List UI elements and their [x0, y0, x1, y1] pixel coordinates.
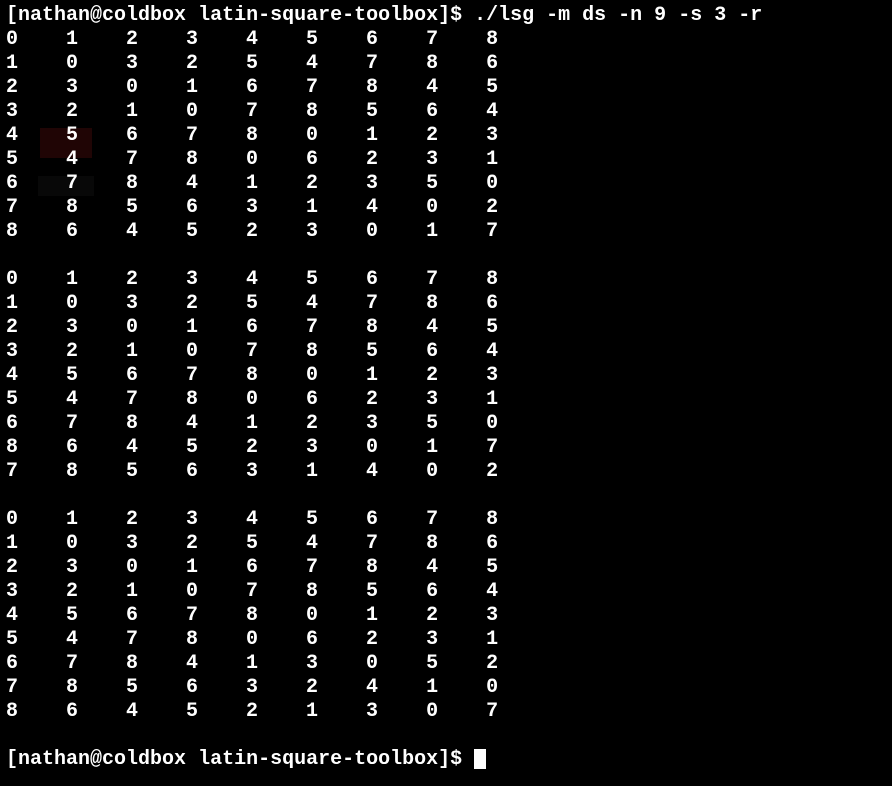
latin-square-row: 1 0 3 2 5 4 7 8 6 [6, 532, 886, 556]
latin-square-row: 2 3 0 1 6 7 8 4 5 [6, 76, 886, 100]
latin-square-row: 5 4 7 8 0 6 2 3 1 [6, 628, 886, 652]
latin-square-row: 7 8 5 6 3 1 4 0 2 [6, 196, 886, 220]
prompt-dollar: $ [450, 4, 474, 27]
latin-square-row: 0 1 2 3 4 5 6 7 8 [6, 508, 886, 532]
blank-separator [6, 724, 886, 748]
latin-square-row: 1 0 3 2 5 4 7 8 6 [6, 292, 886, 316]
prompt-user: nathan [18, 4, 90, 27]
latin-square-row: 7 8 5 6 3 1 4 0 2 [6, 460, 886, 484]
blank-separator [6, 484, 886, 508]
command-text: ./lsg -m ds -n 9 -s 3 -r [474, 4, 762, 27]
latin-square-row: 3 2 1 0 7 8 5 6 4 [6, 340, 886, 364]
prompt-host: coldbox [102, 4, 186, 27]
prompt-space [186, 4, 198, 27]
latin-square-row: 0 1 2 3 4 5 6 7 8 [6, 28, 886, 52]
prompt-at-sign: @ [90, 4, 102, 27]
latin-square-row: 8 6 4 5 2 1 3 0 7 [6, 700, 886, 724]
terminal-prompt-line-2[interactable]: [nathan@coldbox latin-square-toolbox]$ [6, 748, 886, 772]
latin-square-row: 8 6 4 5 2 3 0 1 7 [6, 220, 886, 244]
prompt-close-bracket: ] [438, 4, 450, 27]
latin-square-row: 3 2 1 0 7 8 5 6 4 [6, 100, 886, 124]
prompt-user: nathan [18, 748, 90, 771]
latin-square-row: 6 7 8 4 1 2 3 5 0 [6, 412, 886, 436]
latin-square-row: 2 3 0 1 6 7 8 4 5 [6, 556, 886, 580]
prompt-host: coldbox [102, 748, 186, 771]
latin-square-row: 3 2 1 0 7 8 5 6 4 [6, 580, 886, 604]
latin-square-row: 0 1 2 3 4 5 6 7 8 [6, 268, 886, 292]
latin-square-row: 4 5 6 7 8 0 1 2 3 [6, 604, 886, 628]
prompt-open-bracket: [ [6, 748, 18, 771]
latin-square-row: 6 7 8 4 1 3 0 5 2 [6, 652, 886, 676]
terminal-output[interactable]: 0 1 2 3 4 5 6 7 81 0 3 2 5 4 7 8 62 3 0 … [6, 28, 886, 748]
prompt-path: latin-square-toolbox [198, 748, 438, 771]
prompt-space [186, 748, 198, 771]
prompt-path: latin-square-toolbox [198, 4, 438, 27]
latin-square-row: 8 6 4 5 2 3 0 1 7 [6, 436, 886, 460]
latin-square-row: 7 8 5 6 3 2 4 1 0 [6, 676, 886, 700]
cursor-block [474, 749, 486, 769]
latin-square-row: 4 5 6 7 8 0 1 2 3 [6, 124, 886, 148]
prompt-open-bracket: [ [6, 4, 18, 27]
latin-square-row: 1 0 3 2 5 4 7 8 6 [6, 52, 886, 76]
prompt-close-bracket: ] [438, 748, 450, 771]
terminal-prompt-line-1[interactable]: [nathan@coldbox latin-square-toolbox]$ .… [6, 4, 886, 28]
latin-square-row: 6 7 8 4 1 2 3 5 0 [6, 172, 886, 196]
prompt-at-sign: @ [90, 748, 102, 771]
latin-square-row: 5 4 7 8 0 6 2 3 1 [6, 148, 886, 172]
latin-square-row: 2 3 0 1 6 7 8 4 5 [6, 316, 886, 340]
latin-square-row: 5 4 7 8 0 6 2 3 1 [6, 388, 886, 412]
latin-square-row: 4 5 6 7 8 0 1 2 3 [6, 364, 886, 388]
prompt-dollar: $ [450, 748, 474, 771]
blank-separator [6, 244, 886, 268]
